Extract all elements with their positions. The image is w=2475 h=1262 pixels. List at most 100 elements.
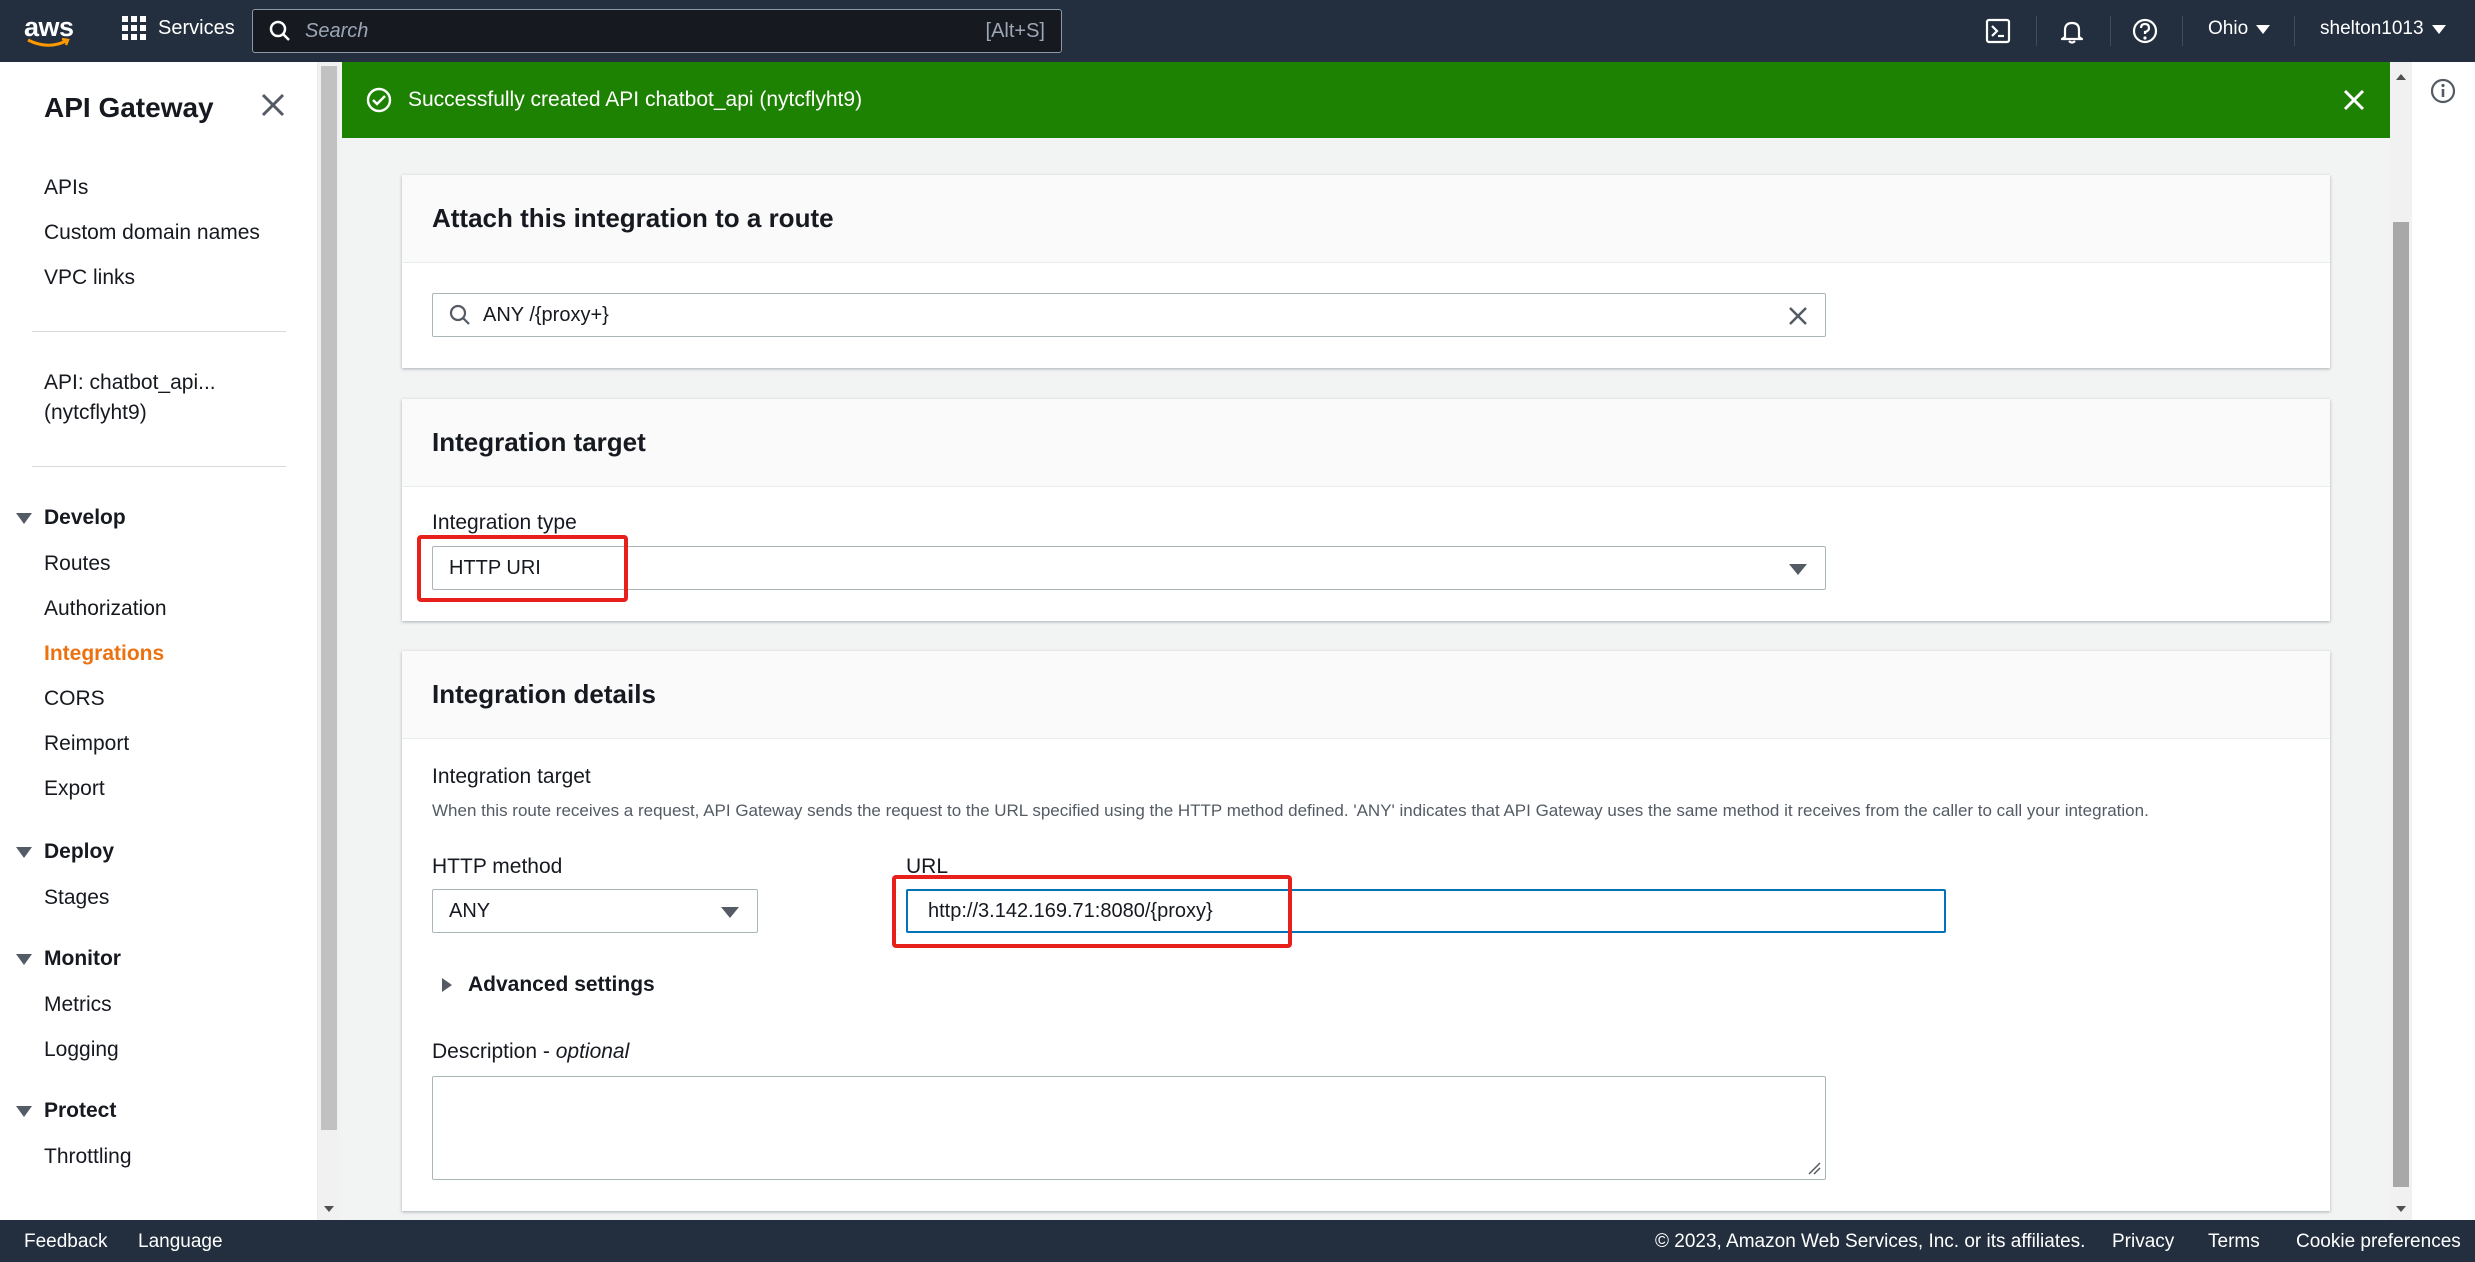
aws-smile-icon [27,38,70,47]
top-navigation-bar: aws Services Search [Alt+S] Ohio shelton… [0,0,2475,62]
sidebar-section-label: Develop [44,506,126,529]
sidebar-item-authorization[interactable]: Authorization [44,597,167,621]
route-search-field[interactable]: ANY /{proxy+} [432,293,1826,337]
search-input[interactable]: Search [Alt+S] [252,9,1062,53]
sidebar-section-label: Deploy [44,840,115,863]
caret-down-icon [2256,24,2271,34]
card-header: Integration details [402,651,2330,739]
sidebar-item-cors[interactable]: CORS [44,687,105,711]
search-icon [449,304,470,325]
url-label: URL [906,855,949,878]
triangle-down-icon [16,953,32,965]
sidebar-section-develop[interactable]: Develop [16,506,126,530]
sidebar-item-export[interactable]: Export [44,777,105,801]
scroll-down-arrow-icon[interactable] [324,1206,334,1212]
footer-privacy-link[interactable]: Privacy [2112,1231,2174,1253]
services-menu-button[interactable]: Services [122,16,235,40]
nav-divider [2294,16,2295,46]
sidebar-item-api-name[interactable]: API: chatbot_api... [44,371,216,395]
sidebar-item-routes[interactable]: Routes [44,552,111,576]
attach-route-card: Attach this integration to a route ANY /… [402,175,2330,368]
sidebar-title: API Gateway [44,92,214,123]
account-label: shelton1013 [2320,18,2424,39]
scroll-up-arrow-icon[interactable] [2396,74,2406,80]
sidebar-item-integrations[interactable]: Integrations [44,642,164,666]
sidebar-item-api-id[interactable]: (nytcflyht9) [44,401,147,425]
sidebar-section-protect[interactable]: Protect [16,1099,116,1123]
sidebar-section-monitor[interactable]: Monitor [16,947,121,971]
clear-icon[interactable] [1787,305,1809,327]
http-method-label: HTTP method [432,855,563,878]
scrollbar-thumb[interactable] [2393,222,2409,1187]
sidebar: API Gateway APIs Custom domain names VPC… [0,62,318,1220]
help-icon[interactable] [2131,17,2159,45]
sidebar-item-apis[interactable]: APIs [44,176,88,200]
card-title: Integration target [432,427,646,457]
bell-icon[interactable] [2058,17,2086,45]
sidebar-item-vpc-links[interactable]: VPC links [44,266,135,290]
success-flash-banner: Successfully created API chatbot_api (ny… [342,62,2390,138]
check-circle-icon [366,87,392,113]
description-textarea[interactable] [432,1076,1826,1180]
route-value: ANY /{proxy+} [483,303,609,326]
sidebar-section-label: Monitor [44,947,121,970]
footer-language-link[interactable]: Language [138,1231,223,1253]
integration-target-card: Integration target Integration type HTTP… [402,399,2330,621]
caret-down-icon [2431,24,2446,34]
advanced-settings-label: Advanced settings [468,973,655,996]
aws-logo[interactable]: aws [24,12,76,52]
services-label: Services [158,16,235,39]
description-optional: optional [555,1040,630,1063]
integration-type-label: Integration type [432,511,577,534]
footer-feedback-link[interactable]: Feedback [24,1231,107,1253]
flash-message: Successfully created API chatbot_api (ny… [408,88,863,111]
scrollbar-thumb[interactable] [321,66,337,1130]
sidebar-item-custom-domain-names[interactable]: Custom domain names [44,221,260,245]
nav-divider [2036,16,2037,46]
search-shortcut: [Alt+S] [985,19,1045,42]
info-icon[interactable] [2430,78,2456,104]
sidebar-item-throttling[interactable]: Throttling [44,1145,132,1169]
close-sidebar-icon[interactable] [258,90,288,120]
card-header: Integration target [402,399,2330,487]
url-value: http://3.142.169.71:8080/{proxy} [928,899,1213,922]
url-input[interactable]: http://3.142.169.71:8080/{proxy} [906,889,1946,933]
sidebar-item-logging[interactable]: Logging [44,1038,119,1062]
description-separator: - [537,1040,556,1063]
dropdown-arrow-icon [721,907,739,918]
sidebar-item-metrics[interactable]: Metrics [44,993,112,1017]
integration-target-label: Integration target [432,765,591,788]
scroll-down-arrow-icon[interactable] [2396,1206,2406,1212]
footer-copyright: © 2023, Amazon Web Services, Inc. or its… [1655,1231,2086,1252]
nav-divider [2182,16,2183,46]
sidebar-scrollbar[interactable] [318,62,340,1220]
dismiss-flash-icon[interactable] [2340,86,2368,114]
footer-terms-link[interactable]: Terms [2208,1231,2260,1253]
search-icon [269,20,290,41]
region-selector[interactable]: Ohio [2208,18,2271,40]
integration-details-card: Integration details Integration target W… [402,651,2330,1211]
description-label: Description - optional [432,1040,629,1064]
http-method-value: ANY [449,899,491,922]
http-method-select[interactable]: ANY [432,889,758,933]
account-menu[interactable]: shelton1013 [2320,18,2446,40]
grid-icon [122,16,146,40]
integration-type-select[interactable]: HTTP URI [432,546,1826,590]
region-label: Ohio [2208,18,2249,39]
footer: Feedback Language © 2023, Amazon Web Ser… [0,1220,2475,1262]
search-placeholder: Search [305,19,369,42]
triangle-down-icon [16,846,32,858]
card-header: Attach this integration to a route [402,175,2330,263]
resize-handle-icon[interactable] [1807,1161,1821,1175]
sidebar-item-stages[interactable]: Stages [44,886,109,910]
integration-type-value: HTTP URI [449,556,541,579]
triangle-down-icon [16,1105,32,1117]
cloudshell-icon[interactable] [1984,17,2012,45]
advanced-settings-toggle[interactable]: Advanced settings [440,973,655,997]
main-scrollbar[interactable] [2390,62,2412,1220]
caret-right-icon [442,978,452,992]
sidebar-divider [32,331,286,332]
footer-cookie-link[interactable]: Cookie preferences [2296,1231,2461,1253]
sidebar-item-reimport[interactable]: Reimport [44,732,129,756]
sidebar-section-deploy[interactable]: Deploy [16,840,114,864]
